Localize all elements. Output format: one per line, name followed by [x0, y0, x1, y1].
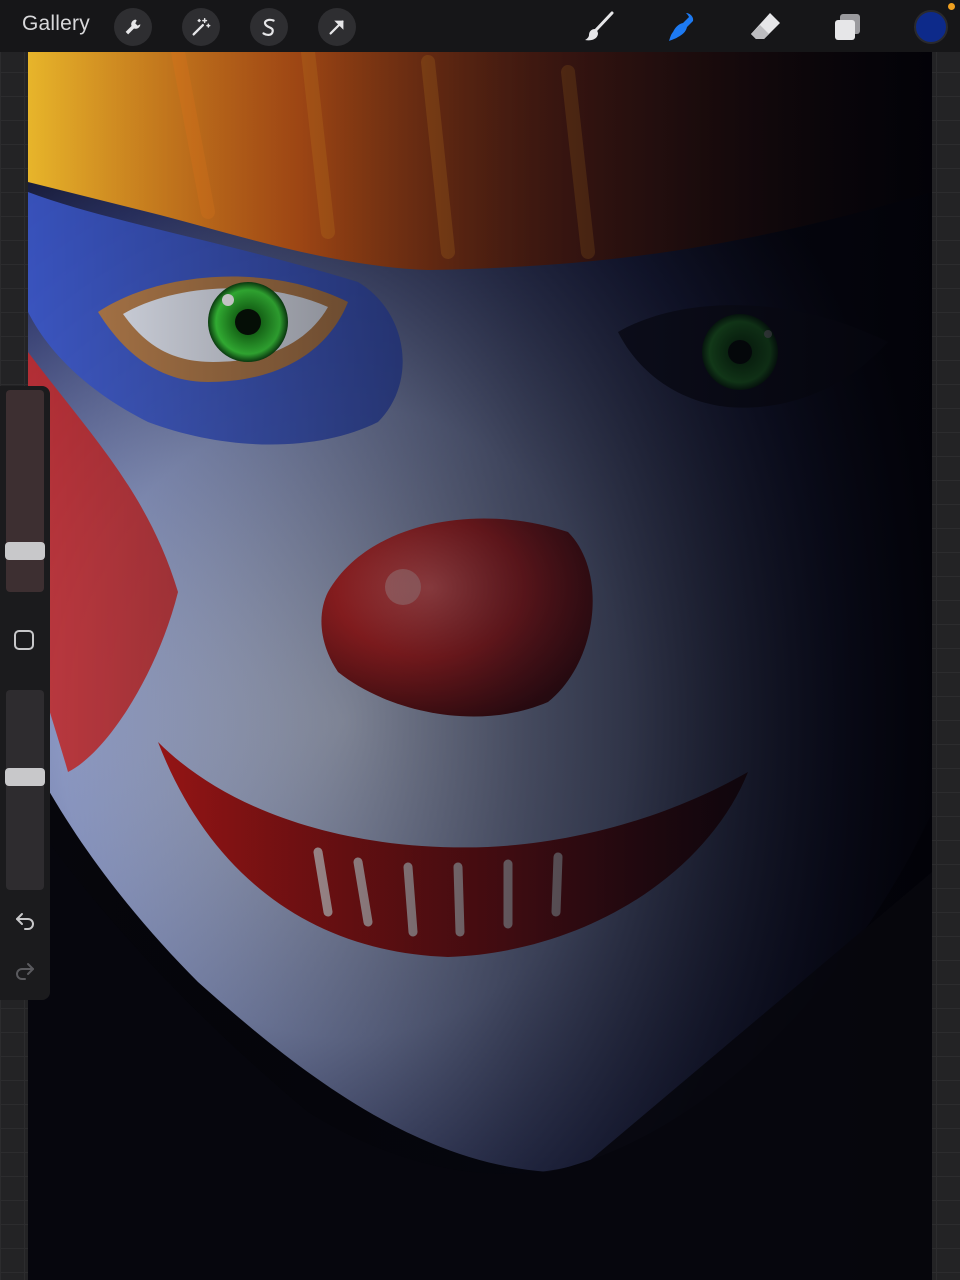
undo-icon[interactable] [13, 908, 37, 932]
magic-wand-icon[interactable] [182, 8, 220, 46]
redo-icon[interactable] [13, 958, 37, 982]
layers-icon[interactable] [828, 8, 866, 46]
top-toolbar: Gallery [0, 0, 960, 52]
drawing-canvas[interactable] [28, 52, 932, 1280]
brush-icon[interactable] [580, 8, 618, 46]
opacity-slider-thumb[interactable] [5, 768, 45, 786]
modify-button[interactable] [14, 630, 34, 650]
brush-size-slider[interactable] [6, 390, 44, 592]
left-sidebar [0, 386, 50, 1000]
wrench-icon[interactable] [114, 8, 152, 46]
color-picker-button[interactable] [914, 10, 948, 44]
opacity-slider[interactable] [6, 690, 44, 890]
smudge-icon[interactable] [662, 8, 700, 46]
brush-size-slider-thumb[interactable] [5, 542, 45, 560]
eraser-icon[interactable] [746, 8, 784, 46]
selection-icon[interactable] [250, 8, 288, 46]
transform-arrow-icon[interactable] [318, 8, 356, 46]
notification-dot [948, 3, 955, 10]
gallery-button[interactable]: Gallery [22, 12, 90, 36]
clown-painting [28, 52, 932, 1280]
